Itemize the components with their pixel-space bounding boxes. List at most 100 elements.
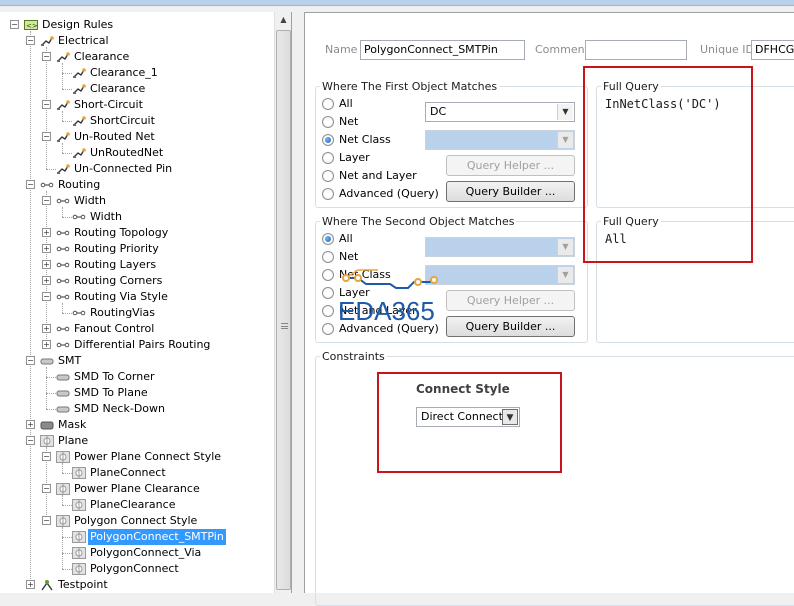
routing-rule-icon [56, 227, 70, 239]
radio-button[interactable] [322, 134, 334, 146]
tree-item-label: Routing [58, 178, 101, 191]
unique-id-input[interactable]: DFHCGI [751, 40, 794, 60]
tree-item-label: RoutingVias [90, 306, 155, 319]
radio-button[interactable] [322, 323, 334, 335]
tree-item-label: SMD Neck-Down [74, 402, 165, 415]
design-rules-tree[interactable]: − <> Design Rules − Electrical − Clearance Clea… [0, 12, 292, 593]
collapse-icon[interactable]: − [26, 356, 35, 365]
expand-icon[interactable]: + [42, 276, 51, 285]
eda365-watermark: EDA365 [338, 262, 458, 328]
tree-connector [46, 377, 56, 378]
tree-connector [62, 473, 72, 474]
plane-rule-icon [56, 451, 70, 463]
tree-item-label: Electrical [58, 34, 109, 47]
electrical-rule-icon [56, 163, 70, 175]
second-query-helper-button[interactable]: Query Helper ... [446, 290, 575, 311]
tree-connector [62, 537, 72, 538]
tree-item-label: Clearance [74, 50, 130, 63]
radio-button[interactable] [322, 233, 334, 245]
tree-item-label: Polygon Connect Style [74, 514, 198, 527]
tree-connector [62, 89, 72, 90]
smt-rule-icon [56, 371, 70, 383]
tree-item-label: PolygonConnect [90, 562, 179, 575]
scroll-up-button[interactable]: ▲ [276, 12, 291, 28]
tree-item-label: PolygonConnect_SMTPin [88, 529, 226, 545]
tree-item-label: Design Rules [42, 18, 114, 31]
electrical-rule-icon [56, 99, 70, 111]
first-net-class-combo[interactable]: DC ▼ [425, 102, 575, 122]
radio-button[interactable] [322, 269, 334, 281]
radio-button[interactable] [322, 188, 334, 200]
collapse-icon[interactable]: − [42, 100, 51, 109]
expand-icon[interactable]: + [26, 420, 35, 429]
collapse-icon[interactable]: − [42, 516, 51, 525]
chevron-down-icon[interactable]: ▼ [557, 104, 573, 120]
tree-connector [46, 409, 56, 410]
radio-button[interactable] [322, 251, 334, 263]
radio-label: Net Class [339, 133, 391, 146]
rule-name-input[interactable]: PolygonConnect_SMTPin [360, 40, 525, 60]
collapse-icon[interactable]: − [26, 180, 35, 189]
second-primary-combo: ▼ [425, 237, 575, 257]
radio-label: Net and Layer [339, 169, 417, 182]
tree-item-label: PolygonConnect_Via [90, 546, 202, 559]
expand-icon[interactable]: + [42, 340, 51, 349]
plane-rule-icon [40, 435, 54, 447]
tree-item-label: SMD To Corner [74, 370, 155, 383]
radio-label: All [339, 232, 353, 245]
tree-item-label: Routing Priority [74, 242, 159, 255]
tree-connector [62, 495, 63, 505]
expand-icon[interactable]: + [42, 244, 51, 253]
smt-rule-icon [40, 355, 54, 367]
radio-button[interactable] [322, 287, 334, 299]
tree-item-label: Testpoint [58, 578, 108, 591]
routing-rule-icon [40, 179, 54, 191]
collapse-icon[interactable]: − [42, 452, 51, 461]
radio-button[interactable] [322, 98, 334, 110]
collapse-icon[interactable]: − [10, 20, 19, 29]
tree-item-label: Routing Topology [74, 226, 169, 239]
collapse-icon[interactable]: − [42, 292, 51, 301]
tree-item-label: Mask [58, 418, 87, 431]
chevron-down-icon: ▼ [557, 267, 573, 283]
smt-rule-icon [56, 387, 70, 399]
radio-button[interactable] [322, 170, 334, 182]
tree-item-label: Clearance [90, 82, 146, 95]
tree-item-label: ShortCircuit [90, 114, 155, 127]
rule-comment-input[interactable] [585, 40, 687, 60]
collapse-icon[interactable]: − [42, 132, 51, 141]
collapse-icon[interactable]: − [42, 484, 51, 493]
radio-button[interactable] [322, 116, 334, 128]
tree-item-label: Differential Pairs Routing [74, 338, 211, 351]
first-query-builder-button[interactable]: Query Builder ... [446, 181, 575, 202]
expand-icon[interactable]: + [42, 228, 51, 237]
mask-rule-icon [40, 419, 54, 431]
tree-item-label: Fanout Control [74, 322, 155, 335]
radio-button[interactable] [322, 152, 334, 164]
tree-connector [62, 553, 72, 554]
scroll-thumb[interactable] [276, 30, 291, 590]
tree-item-label: SMT [58, 354, 82, 367]
tree-item-label: Un-Routed Net [74, 130, 155, 143]
collapse-icon[interactable]: − [26, 36, 35, 45]
routing-rule-icon [56, 243, 70, 255]
expand-icon[interactable]: + [42, 260, 51, 269]
collapse-icon[interactable]: − [42, 196, 51, 205]
collapse-icon[interactable]: − [26, 436, 35, 445]
tree-item-label: Routing Corners [74, 274, 163, 287]
tree-connector [62, 313, 72, 314]
expand-icon[interactable]: + [26, 580, 35, 589]
radio-button[interactable] [322, 305, 334, 317]
collapse-icon[interactable]: − [42, 52, 51, 61]
plane-rule-icon [56, 515, 70, 527]
design-rules-icon: <> [24, 19, 38, 31]
second-query-builder-button[interactable]: Query Builder ... [446, 316, 575, 337]
tree-connector [62, 303, 63, 313]
tree-item-label: PlaneConnect [90, 466, 166, 479]
tree-connector [62, 217, 72, 218]
tree-vertical-scrollbar[interactable]: ▲ [274, 12, 291, 593]
first-query-helper-button[interactable]: Query Helper ... [446, 155, 575, 176]
radio-label: Layer [339, 151, 370, 164]
routing-rule-icon [56, 339, 70, 351]
expand-icon[interactable]: + [42, 324, 51, 333]
